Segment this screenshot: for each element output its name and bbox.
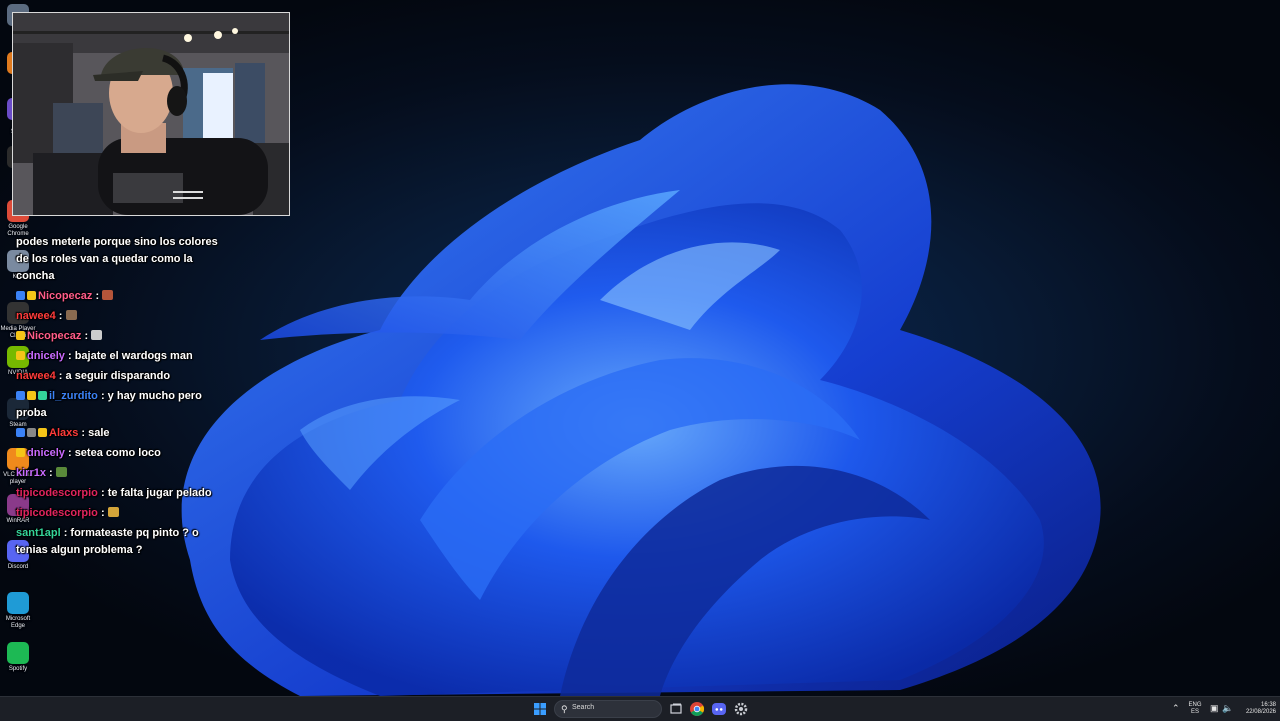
search-placeholder: Search — [572, 704, 595, 711]
chat-emote-icon — [55, 467, 67, 477]
chat-badge-icon — [38, 391, 47, 400]
chat-emote-icon — [91, 330, 103, 340]
chat-username[interactable]: nawee4 — [16, 310, 56, 322]
chat-separator: : — [97, 507, 108, 519]
chat-separator: : — [64, 350, 75, 362]
chat-username[interactable]: Alaxs — [49, 427, 78, 439]
chat-text: a seguir disparando — [65, 370, 171, 382]
chat-separator: : — [64, 447, 75, 459]
chat-separator: : — [55, 310, 66, 322]
taskbar-search-box[interactable]: ⚲ Search — [554, 700, 662, 718]
desktop-icon-label: Microsoft Edge — [5, 616, 31, 629]
chat-text: setea como loco — [74, 447, 161, 459]
chat-separator: : — [60, 527, 71, 539]
chat-username[interactable]: Nicopecaz — [27, 330, 81, 342]
chat-badge-icon — [16, 428, 25, 437]
chat-separator: : — [92, 290, 103, 302]
network-icon[interactable]: ▣ — [1210, 703, 1219, 713]
desktop-icon-label: Spotify — [8, 666, 28, 672]
show-hidden-icons-chevron-icon[interactable]: ⌃ — [1172, 703, 1180, 713]
task-view-button[interactable] — [668, 701, 684, 717]
chat-message: nawee4 : — [16, 308, 226, 325]
language-top: ENG — [1188, 702, 1202, 708]
chat-badge-icon — [27, 291, 36, 300]
chat-separator: : — [97, 390, 108, 402]
chat-text: te falta jugar pelado — [107, 487, 212, 499]
taskbar-settings-button[interactable] — [733, 701, 749, 717]
desktop-icon-label: Discord — [7, 564, 29, 570]
language-bottom: ES — [1190, 709, 1199, 715]
gear-icon — [734, 702, 748, 716]
chat-message: Nicopecaz : — [16, 328, 226, 345]
volume-icon[interactable]: 🔈 — [1222, 703, 1233, 713]
chat-message: dnicely : setea como loco — [16, 445, 226, 462]
chat-username[interactable]: Nicopecaz — [38, 290, 92, 302]
chat-text: bajate el wardogs man — [74, 350, 193, 362]
chat-badge-icon — [38, 428, 47, 437]
chat-badge-icon — [27, 391, 36, 400]
chat-separator: : — [97, 487, 108, 499]
chrome-icon — [690, 702, 704, 716]
streamer-camera-feed — [13, 13, 289, 215]
chat-username[interactable]: il_zurdito — [49, 390, 98, 402]
desktop: RecE CE StreaE Epic LauGoogle ChromeKeeM… — [0, 0, 1280, 696]
chat-username[interactable]: tipicodescorpio — [16, 487, 98, 499]
chat-username[interactable]: dnicely — [27, 350, 65, 362]
chat-badge-icon — [16, 448, 25, 457]
app-icon — [7, 642, 29, 664]
task-view-icon — [670, 703, 682, 714]
search-icon: ⚲ — [561, 704, 568, 714]
chat-message: tipicodescorpio : te falta jugar pelado — [16, 485, 226, 502]
language-indicator[interactable]: ENG ES — [1186, 702, 1204, 716]
app-icon — [7, 592, 29, 614]
chat-emote-icon — [65, 310, 77, 320]
chat-text: sale — [88, 427, 110, 439]
chat-message: Nicopecaz : — [16, 288, 226, 305]
clock[interactable]: 16:38 22/08/2026 — [1236, 702, 1276, 716]
chat-username[interactable]: nawee4 — [16, 370, 56, 382]
chat-message: Alaxs : sale — [16, 425, 226, 442]
chat-badge-icon — [16, 351, 25, 360]
stream-chat-overlay: podes meterle porque sino los colores de… — [16, 234, 226, 562]
clock-date: 22/08/2026 — [1245, 709, 1276, 715]
chat-badge-icon — [16, 391, 25, 400]
chat-badge-icon — [16, 291, 25, 300]
chat-emote-icon — [107, 507, 119, 517]
taskbar-chrome-button[interactable] — [689, 701, 705, 717]
taskbar: ⚲ Search ⌃ ENG ES ▣ 🔈 16:38 22/08/2026 — [0, 696, 1280, 721]
chat-separator: : — [45, 467, 56, 479]
chat-message: podes meterle porque sino los colores de… — [16, 234, 226, 285]
chat-message: sant1apl : formateaste pq pinto ? o teni… — [16, 525, 226, 559]
discord-icon — [712, 703, 726, 715]
webcam-overlay — [12, 12, 290, 216]
desktop-icon[interactable]: Spotify — [0, 642, 36, 673]
chat-message: dnicely : bajate el wardogs man — [16, 348, 226, 365]
taskbar-discord-button[interactable] — [711, 701, 727, 717]
chat-separator: : — [81, 330, 92, 342]
clock-time: 16:38 — [1260, 702, 1276, 708]
chat-username[interactable]: sant1apl — [16, 527, 61, 539]
desktop-icon[interactable]: Microsoft Edge — [0, 592, 36, 630]
start-button[interactable] — [532, 701, 548, 717]
chat-badge-icon — [16, 331, 25, 340]
chat-badge-icon — [27, 428, 36, 437]
chat-text: podes meterle porque sino los colores de… — [16, 236, 218, 282]
chat-message: kirr1x : — [16, 465, 226, 482]
chat-message: nawee4 : a seguir disparando — [16, 368, 226, 385]
chat-message: tipicodescorpio : — [16, 505, 226, 522]
chat-message: il_zurdito : y hay mucho pero proba — [16, 388, 226, 422]
chat-separator: : — [78, 427, 89, 439]
chat-emote-icon — [102, 290, 114, 300]
chat-username[interactable]: kirr1x — [16, 467, 46, 479]
chat-username[interactable]: tipicodescorpio — [16, 507, 98, 519]
chat-username[interactable]: dnicely — [27, 447, 65, 459]
chat-separator: : — [55, 370, 66, 382]
windows-logo-icon — [534, 703, 546, 715]
